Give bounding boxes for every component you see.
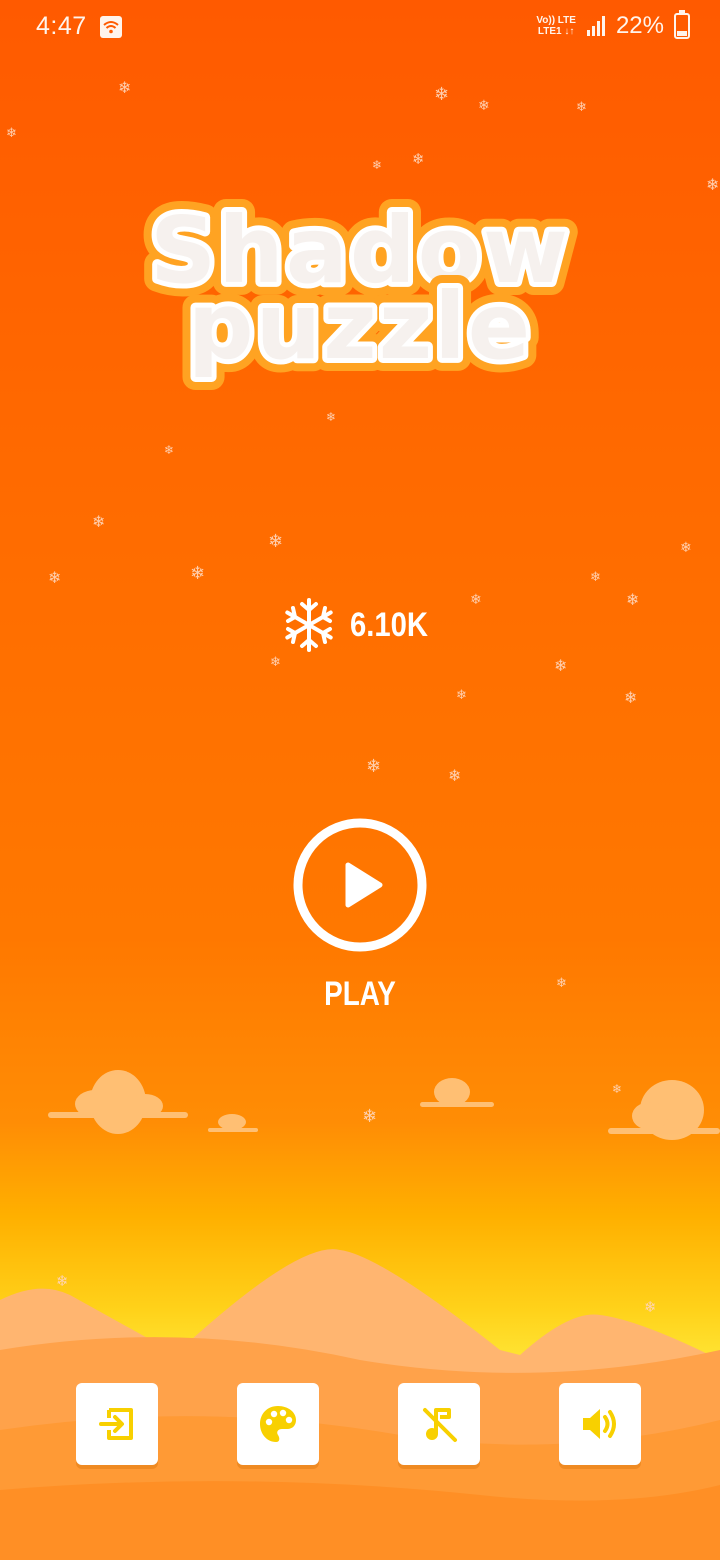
sound-toggle-button[interactable] [559, 1383, 641, 1465]
snowflake-decor-icon: ❄ [626, 590, 640, 609]
snowflake-decor-icon: ❄ [164, 443, 175, 457]
play-label[interactable]: PLAY [303, 975, 418, 1014]
exit-icon [99, 1408, 133, 1440]
snowflake-count: 6.10K [350, 605, 429, 644]
snowflake-decor-icon: ❄ [448, 766, 462, 785]
network-indicator: Vo)) LTE LTE1 ↓↑ [536, 15, 576, 37]
snowflake-decor-icon: ❄ [680, 540, 692, 556]
snowflake-decor-icon: ❄ [434, 84, 450, 105]
snowflake-decor-icon: ❄ [268, 531, 284, 552]
status-time: 4:47 [36, 12, 87, 40]
music-off-icon [423, 1408, 457, 1442]
signal-icon [586, 16, 605, 36]
snowflake-decor-icon: ❄ [326, 410, 337, 424]
snowflake-decor-icon: ❄ [554, 656, 568, 675]
snowflake-decor-icon: ❄ [372, 158, 383, 172]
play-icon [345, 862, 383, 908]
battery-percent: 22% [615, 12, 664, 39]
snowflake-decor-icon: ❄ [190, 563, 206, 584]
snowflake-decor-icon: ❄ [706, 175, 720, 194]
snowflake-decor-icon: ❄ [118, 78, 132, 97]
svg-text:puzzle: puzzle [188, 273, 532, 380]
snowflake-decor-icon: ❄ [92, 512, 106, 531]
snowflake-decor-icon: ❄ [556, 976, 567, 991]
snowflake-decor-icon: ❄ [456, 688, 467, 703]
status-indicators: Vo)) LTE LTE1 ↓↑ 22% [536, 10, 690, 40]
snowflake-decor-icon: ❄ [624, 688, 638, 707]
music-toggle-button[interactable] [398, 1383, 480, 1465]
snowflake-decor-icon: ❄ [6, 126, 17, 141]
battery-icon [674, 10, 690, 39]
sound-on-icon [583, 1409, 616, 1439]
snowflake-icon [285, 598, 333, 652]
play-button[interactable] [290, 815, 430, 955]
snowflake-decor-icon: ❄ [412, 150, 425, 168]
cloud-decor [48, 1070, 720, 1140]
desert-scenery [0, 1070, 720, 1560]
palette-icon [260, 1406, 296, 1442]
snowflake-decor-icon: ❄ [576, 100, 587, 115]
status-bar: 4:47 Vo)) LTE LTE1 ↓↑ 22% [0, 0, 720, 56]
snowflake-decor-icon: ❄ [366, 756, 382, 777]
exit-button[interactable] [76, 1383, 158, 1465]
snowflake-counter: 6.10K [280, 596, 441, 654]
wifi-icon [100, 16, 122, 38]
snowflake-decor-icon: ❄ [470, 592, 482, 608]
snowflake-decor-icon: ❄ [590, 570, 601, 585]
theme-button[interactable] [237, 1383, 319, 1465]
snowflake-decor-icon: ❄ [478, 98, 490, 114]
game-logo: Shadow Shadow Shadow puzzle puzzle puzzl… [137, 184, 581, 390]
snowflake-decor-icon: ❄ [270, 655, 281, 670]
snowflake-decor-icon: ❄ [48, 568, 62, 587]
